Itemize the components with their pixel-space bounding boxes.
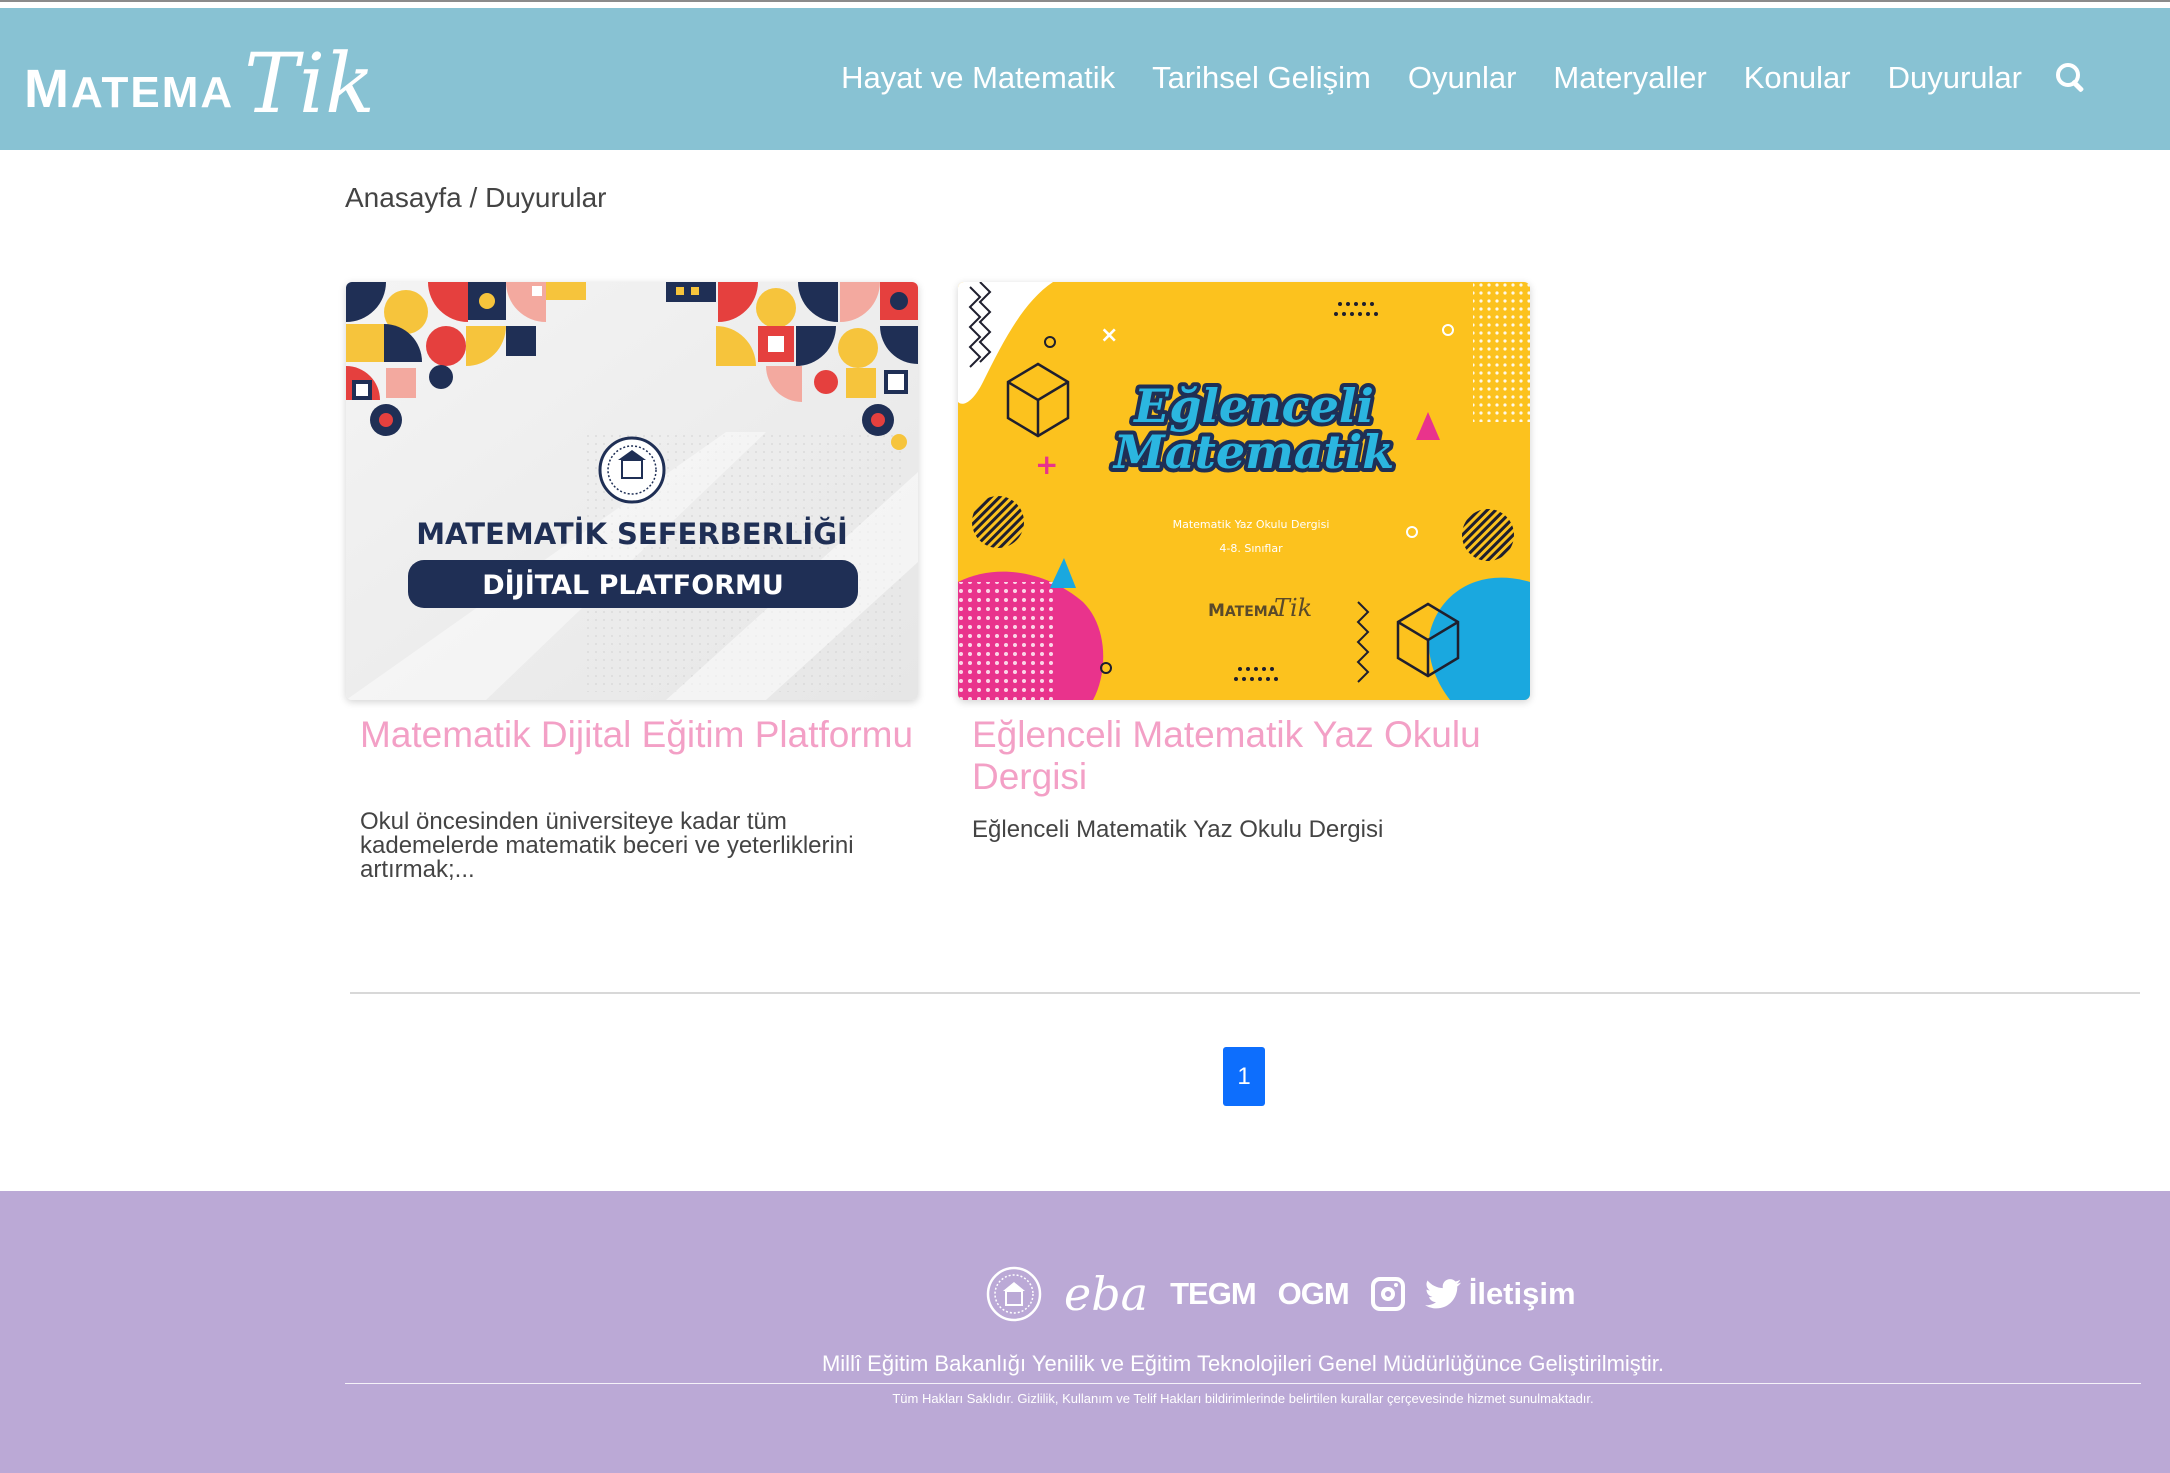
nav-hayat-ve-matematik[interactable]: Hayat ve Matematik	[841, 60, 1115, 96]
nav-oyunlar[interactable]: Oyunlar	[1408, 60, 1517, 96]
breadcrumb-home-link[interactable]: Anasayfa	[345, 182, 462, 213]
card-title-link[interactable]: Matematik Dijital Eğitim Platformu	[346, 714, 918, 756]
window-top-border	[0, 0, 2170, 8]
footer-rights: Tüm Hakları Saklıdır. Gizlilik, Kullanım…	[892, 1391, 1594, 1406]
main-nav: Hayat ve Matematik Tarihsel Gelişim Oyun…	[804, 60, 2086, 96]
card-description: Eğlenceli Matematik Yaz Okulu Dergisi	[972, 816, 1384, 843]
footer-developed-by: Millî Eğitim Bakanlığı Yenilik ve Eğitim…	[821, 1351, 1665, 1376]
logo-wordmark: MATEMA	[24, 59, 235, 119]
svg-text:4-8. Sınıflar: 4-8. Sınıflar	[1219, 542, 1283, 555]
breadcrumb: Anasayfa / Duyurular	[345, 182, 606, 214]
nav-duyurular[interactable]: Duyurular	[1888, 60, 2022, 96]
svg-text:Tik: Tik	[1274, 594, 1312, 622]
svg-text:Matematik Yaz Okulu Dergisi: Matematik Yaz Okulu Dergisi	[1173, 518, 1330, 531]
svg-text:+: +	[1035, 448, 1058, 481]
breadcrumb-separator: /	[461, 182, 486, 213]
search-icon[interactable]	[2054, 62, 2086, 94]
site-logo[interactable]: MATEMA Tik	[24, 30, 375, 130]
card-title-link[interactable]: Eğlenceli Matematik Yaz Okulu Dergisi	[958, 714, 1530, 798]
logo-script: Tik	[244, 37, 375, 132]
card-description: Okul öncesinden üniversiteye kadar tüm k…	[360, 808, 854, 883]
pagination-page-1[interactable]: 1	[1223, 1047, 1265, 1106]
footer-links: eba TEGM OGM İletişim	[986, 1259, 1576, 1329]
meb-logo-icon[interactable]	[986, 1261, 1042, 1327]
instagram-icon[interactable]	[1370, 1277, 1405, 1311]
card-image-matematik-seferberligi[interactable]: MATEMATİK SEFERBERLİĞİ DİJİTAL PLATFORMU	[346, 282, 918, 700]
ogm-link[interactable]: OGM	[1278, 1276, 1350, 1312]
site-header: MATEMA Tik Hayat ve Matematik Tarihsel G…	[0, 8, 2170, 150]
svg-text:Matematik: Matematik	[1112, 425, 1394, 479]
tegm-link[interactable]: TEGM	[1170, 1276, 1257, 1312]
svg-text:DİJİTAL PLATFORMU: DİJİTAL PLATFORMU	[482, 569, 784, 601]
breadcrumb-current: Duyurular	[485, 182, 607, 213]
nav-tarihsel-gelisim[interactable]: Tarihsel Gelişim	[1152, 60, 1371, 96]
svg-text:MATEMATİK SEFERBERLİĞİ: MATEMATİK SEFERBERLİĞİ	[416, 517, 848, 551]
svg-text:×: ×	[1100, 323, 1118, 348]
svg-text:MATEMA: MATEMA	[1208, 601, 1279, 621]
footer-divider	[345, 1383, 2141, 1384]
eba-link[interactable]: eba	[1064, 1271, 1148, 1317]
content-divider	[350, 992, 2140, 994]
nav-konular[interactable]: Konular	[1744, 60, 1851, 96]
twitter-icon[interactable]	[1424, 1279, 1461, 1309]
site-footer: eba TEGM OGM İletişim Millî Eğitim Bakan…	[0, 1191, 2170, 1473]
announcement-card: × + Eğlenceli Eğlenceli Matematik Matema…	[958, 282, 1530, 842]
contact-link[interactable]: İletişim	[1469, 1276, 1576, 1312]
announcement-card: MATEMATİK SEFERBERLİĞİ DİJİTAL PLATFORMU…	[346, 282, 918, 882]
meb-emblem-icon	[598, 436, 666, 504]
nav-materyaller[interactable]: Materyaller	[1553, 60, 1706, 96]
card-image-eglenceli-matematik[interactable]: × + Eğlenceli Eğlenceli Matematik Matema…	[958, 282, 1530, 700]
